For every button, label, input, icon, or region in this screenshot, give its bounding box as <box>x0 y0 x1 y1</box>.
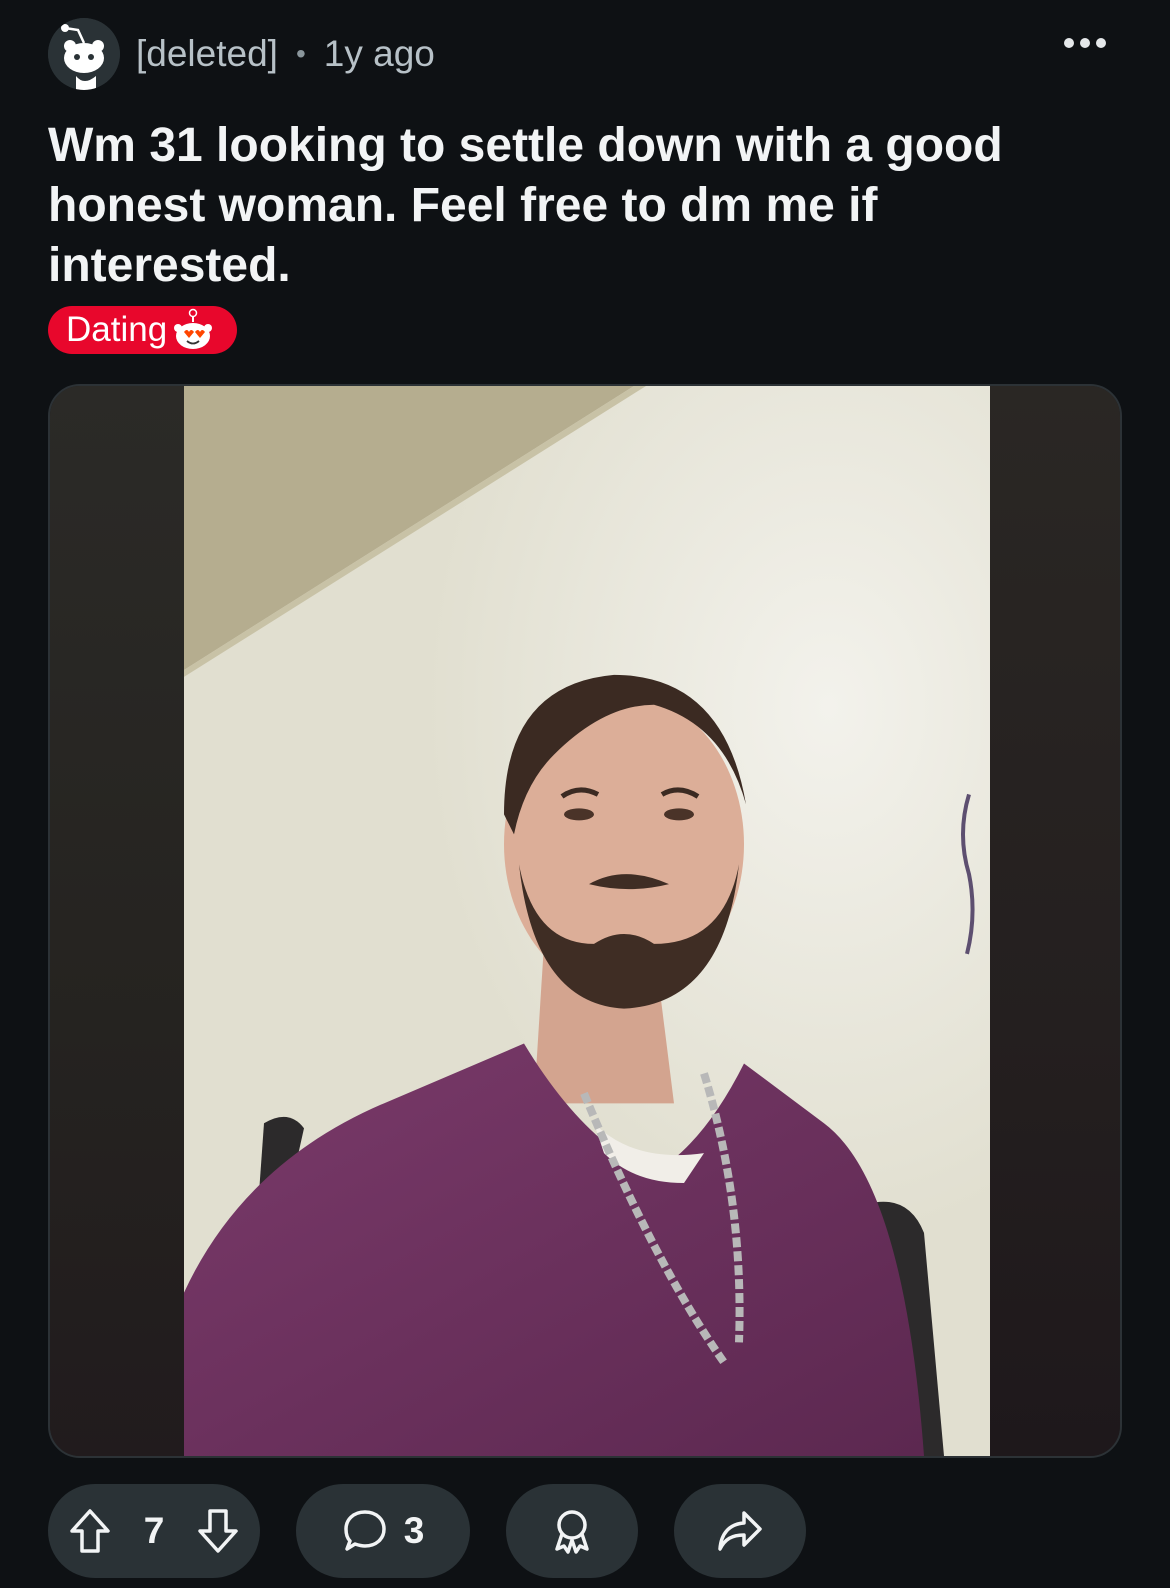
vote-control: 7 <box>48 1484 260 1578</box>
selfie-photo <box>184 386 990 1456</box>
award-icon <box>549 1507 595 1555</box>
post-age: 1y ago <box>323 33 435 74</box>
more-dot <box>1096 38 1106 48</box>
comments-button[interactable]: 3 <box>296 1484 470 1578</box>
meta-separator: • <box>295 38 306 69</box>
more-dot <box>1080 38 1090 48</box>
post-header: [deleted] • 1y ago <box>48 18 1110 90</box>
post-image[interactable] <box>48 384 1122 1458</box>
post-title[interactable]: Wm 31 looking to settle down with a good… <box>48 116 1098 296</box>
blurred-background-left <box>50 386 184 1456</box>
award-button[interactable] <box>506 1484 638 1578</box>
action-bar: 7 3 <box>48 1484 806 1578</box>
snoo-avatar-icon <box>48 18 120 90</box>
more-options-icon[interactable] <box>1064 38 1106 48</box>
author-name[interactable]: [deleted] <box>136 33 278 75</box>
flair-label: Dating <box>66 310 168 349</box>
more-dot <box>1064 38 1074 48</box>
vote-score: 7 <box>143 1510 165 1551</box>
share-button[interactable] <box>674 1484 806 1578</box>
avatar[interactable] <box>48 18 120 90</box>
flair-badge[interactable]: Dating <box>48 306 238 354</box>
comment-count: 3 <box>403 1510 425 1551</box>
comment-bubble-icon <box>342 1508 388 1554</box>
arrow-down-icon[interactable] <box>196 1507 240 1555</box>
share-arrow-icon <box>716 1509 764 1553</box>
heart-eyes-snoo-icon <box>174 308 213 349</box>
arrow-up-icon[interactable] <box>68 1507 112 1555</box>
blurred-background-right <box>986 386 1120 1456</box>
